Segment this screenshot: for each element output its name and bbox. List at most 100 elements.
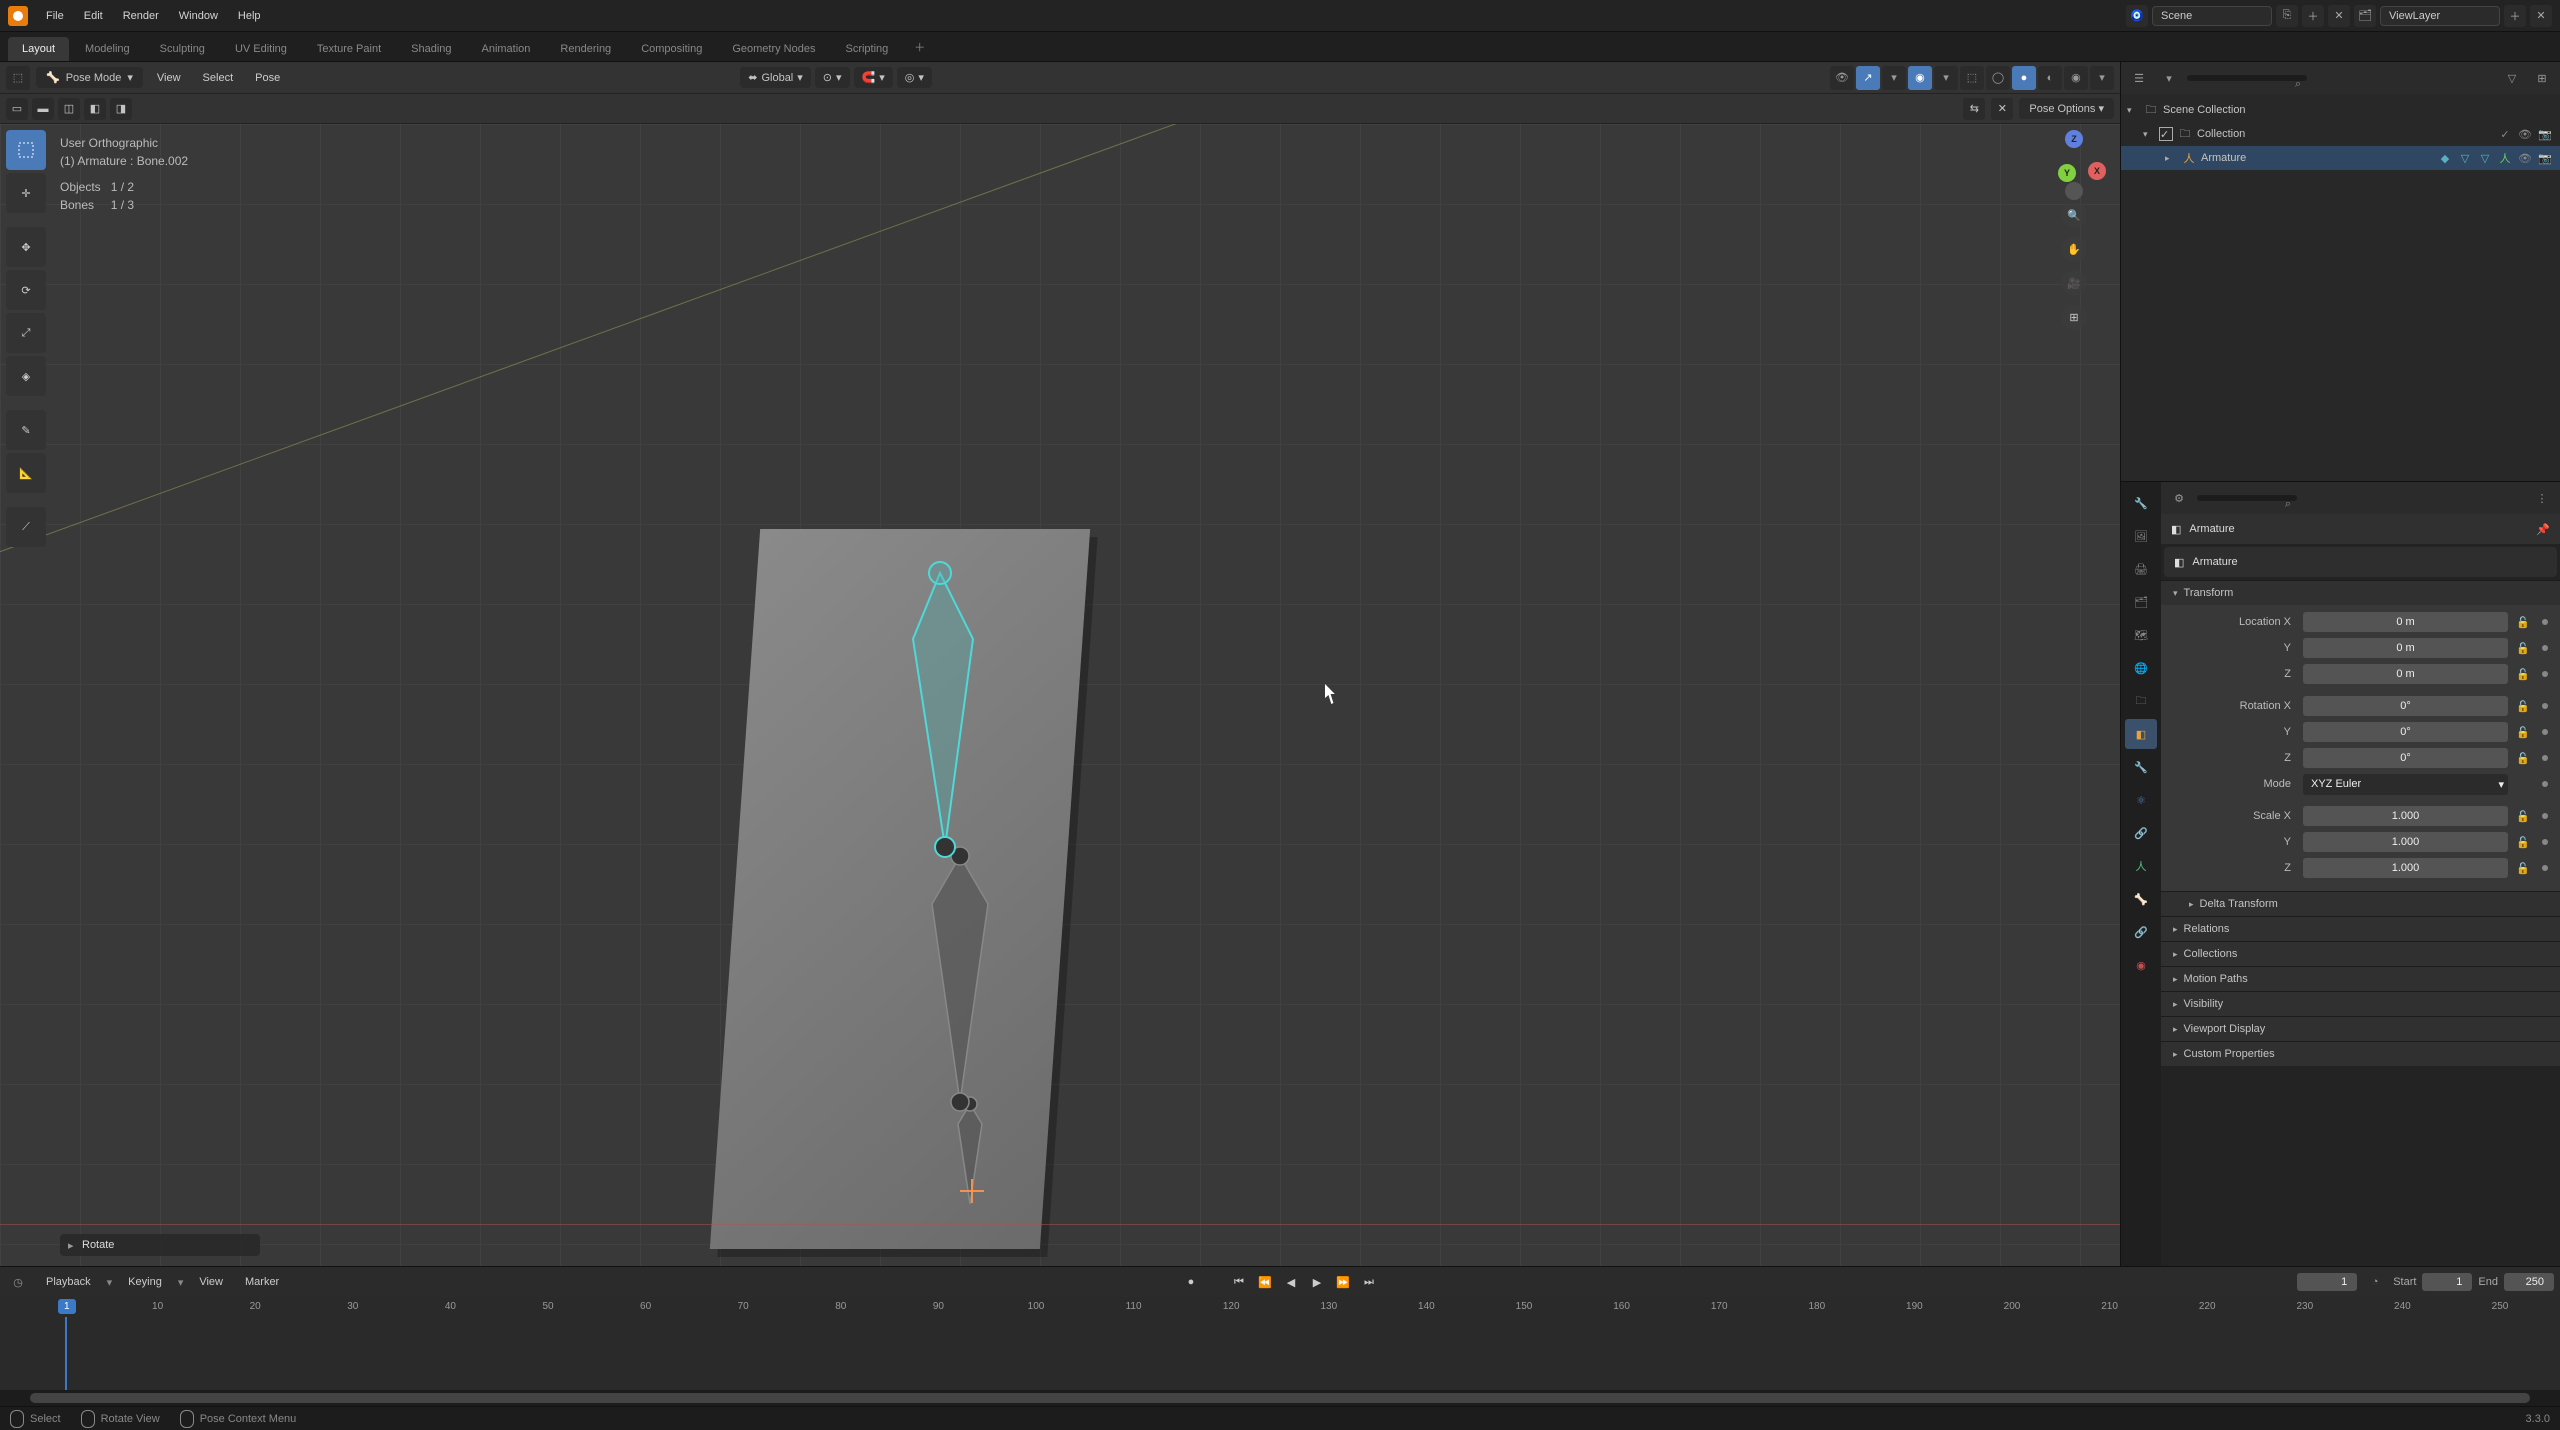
exclude-icon[interactable]: ✓	[2496, 125, 2514, 143]
camera-icon[interactable]: 📷	[2536, 149, 2554, 167]
last-operator-panel[interactable]: Rotate	[60, 1234, 260, 1256]
proportional-toggle[interactable]: ◎▾	[897, 67, 932, 88]
datablock-breadcrumb[interactable]: ◧ Armature 📌	[2161, 514, 2560, 544]
viewport-3d[interactable]: ✛ ✥ ⟳ ⤢ ◈ ✎ 📐 ⟋ User Orthographic (1) Ar…	[0, 124, 2120, 1266]
prop-tab-data-icon[interactable]: 人	[2125, 851, 2157, 881]
tool-cursor[interactable]: ✛	[6, 173, 46, 213]
tab-uv[interactable]: UV Editing	[221, 37, 301, 61]
tool-measure[interactable]: 📐	[6, 453, 46, 493]
shading-options[interactable]: ▾	[2090, 66, 2114, 90]
disclosure-icon[interactable]: ▾	[2143, 129, 2155, 140]
viewlayer-new-icon[interactable]: ＋	[2504, 5, 2526, 27]
vp-menu-pose[interactable]: Pose	[247, 68, 288, 88]
scale-y-field[interactable]: 1.000	[2303, 832, 2508, 852]
lock-icon[interactable]: 🔓	[2512, 637, 2534, 659]
panel-viewport-display[interactable]: Viewport Display	[2161, 1017, 2560, 1041]
anim-dot-icon[interactable]	[2542, 781, 2548, 787]
bone-selected[interactable]	[895, 559, 995, 859]
viewlayer-browse-icon[interactable]: 🗂	[2354, 5, 2376, 27]
prop-tab-boneconstraint-icon[interactable]: 🔗	[2125, 917, 2157, 947]
tab-rendering[interactable]: Rendering	[546, 37, 625, 61]
mod2-icon[interactable]: ▽	[2456, 149, 2474, 167]
axis-z[interactable]: Z	[2065, 130, 2083, 148]
tab-sculpting[interactable]: Sculpting	[146, 37, 219, 61]
lock-icon[interactable]: 🔓	[2512, 857, 2534, 879]
add-workspace-button[interactable]: ＋	[904, 33, 935, 61]
lock-icon[interactable]: 🔓	[2512, 663, 2534, 685]
axis-gizmo[interactable]: Z Y X	[2044, 134, 2104, 194]
mod3-icon[interactable]: ▽	[2476, 149, 2494, 167]
tab-modeling[interactable]: Modeling	[71, 37, 144, 61]
tool-move[interactable]: ✥	[6, 227, 46, 267]
tool-annotate[interactable]: ✎	[6, 410, 46, 450]
panel-collections[interactable]: Collections	[2161, 942, 2560, 966]
keyframe-next-icon[interactable]: ⏩	[1331, 1271, 1355, 1293]
tree-scene-collection[interactable]: ▾ 🗀 Scene Collection	[2121, 98, 2560, 122]
axis-y[interactable]: Y	[2058, 164, 2076, 182]
jump-start-icon[interactable]: ⏮	[1227, 1271, 1251, 1293]
timeline-editor-icon[interactable]: ◷	[6, 1270, 30, 1294]
anim-dot-icon[interactable]	[2542, 619, 2548, 625]
prop-tab-output-icon[interactable]: 🖨	[2125, 554, 2157, 584]
end-frame-field[interactable]: 250	[2504, 1273, 2554, 1291]
pan-icon[interactable]: ✋	[2061, 236, 2087, 262]
anim-dot-icon[interactable]	[2542, 755, 2548, 761]
shading-wire-icon[interactable]: ◯	[1986, 66, 2010, 90]
camera-icon[interactable]: 📷	[2536, 125, 2554, 143]
rot-mode-dropdown[interactable]: XYZ Euler ▾	[2303, 774, 2508, 795]
current-frame-field[interactable]: 1	[2297, 1273, 2357, 1291]
lock-icon[interactable]: 🔓	[2512, 721, 2534, 743]
scale-x-field[interactable]: 1.000	[2303, 806, 2508, 826]
play-reverse-icon[interactable]: ◀	[1279, 1271, 1303, 1293]
mod1-icon[interactable]: ◆	[2436, 149, 2454, 167]
prop-tab-world-icon[interactable]: 🌐	[2125, 653, 2157, 683]
rot-x-field[interactable]: 0°	[2303, 696, 2508, 716]
axis-x[interactable]: X	[2088, 162, 2106, 180]
tree-armature[interactable]: ▸ 人 Armature ◆ ▽ ▽ 人 👁 📷	[2121, 146, 2560, 170]
menu-file[interactable]: File	[36, 6, 74, 26]
overlay-options[interactable]: ▾	[1934, 66, 1958, 90]
menu-render[interactable]: Render	[113, 6, 169, 26]
lock-icon[interactable]: 🔓	[2512, 805, 2534, 827]
properties-editor-icon[interactable]: ⚙	[2167, 486, 2191, 510]
subheader-close-icon[interactable]: ✕	[1991, 98, 2013, 120]
disclosure-icon[interactable]: ▸	[2165, 153, 2177, 164]
xray-toggle[interactable]: ⬚	[1960, 66, 1984, 90]
lock-icon[interactable]: 🔓	[2512, 831, 2534, 853]
snap-toggle[interactable]: 🧲▾	[854, 67, 893, 88]
use-preview-icon[interactable]: ◔	[2363, 1270, 2387, 1294]
jump-end-icon[interactable]: ⏭	[1357, 1271, 1381, 1293]
tab-scripting[interactable]: Scripting	[831, 37, 902, 61]
eye-icon[interactable]: 👁	[2516, 125, 2534, 143]
tool-transform[interactable]: ◈	[6, 356, 46, 396]
anim-dot-icon[interactable]	[2542, 703, 2548, 709]
gizmo-toggle[interactable]: ↗	[1856, 66, 1880, 90]
tab-texture[interactable]: Texture Paint	[303, 37, 395, 61]
perspective-icon[interactable]: ⊞	[2061, 304, 2087, 330]
prop-tab-constraints-icon[interactable]: 🔗	[2125, 818, 2157, 848]
disclosure-icon[interactable]: ▾	[2127, 105, 2139, 116]
sel-mode-4-icon[interactable]: ◧	[84, 98, 106, 120]
sel-mode-2-icon[interactable]: ▬	[32, 98, 54, 120]
menu-help[interactable]: Help	[228, 6, 271, 26]
outliner-filter-icon[interactable]: ▽	[2500, 66, 2524, 90]
lock-icon[interactable]: 🔓	[2512, 695, 2534, 717]
panel-visibility[interactable]: Visibility	[2161, 992, 2560, 1016]
tree-collection[interactable]: ▾ ✓ 🗀 Collection ✓ 👁 📷	[2121, 122, 2560, 146]
panel-head-transform[interactable]: Transform	[2161, 581, 2560, 605]
viewlayer-field[interactable]: ViewLayer	[2380, 6, 2500, 26]
panel-relations[interactable]: Relations	[2161, 917, 2560, 941]
pin-icon[interactable]: 📌	[2536, 523, 2550, 536]
anim-dot-icon[interactable]	[2542, 729, 2548, 735]
prop-tab-physics-icon[interactable]: ⚛	[2125, 785, 2157, 815]
tool-select-box[interactable]	[6, 130, 46, 170]
timeline-ruler[interactable]: 1 10203040506070809010011012013014015016…	[0, 1297, 2560, 1390]
tl-menu-keying[interactable]: Keying	[122, 1272, 168, 1292]
anim-dot-icon[interactable]	[2542, 813, 2548, 819]
gizmo-options[interactable]: ▾	[1882, 66, 1906, 90]
scene-name-field[interactable]: Scene	[2152, 6, 2272, 26]
scene-delete-icon[interactable]: ✕	[2328, 5, 2350, 27]
scene-pin-icon[interactable]: ⎘	[2276, 5, 2298, 27]
axis-neg[interactable]	[2065, 182, 2083, 200]
tab-shading[interactable]: Shading	[397, 37, 465, 61]
